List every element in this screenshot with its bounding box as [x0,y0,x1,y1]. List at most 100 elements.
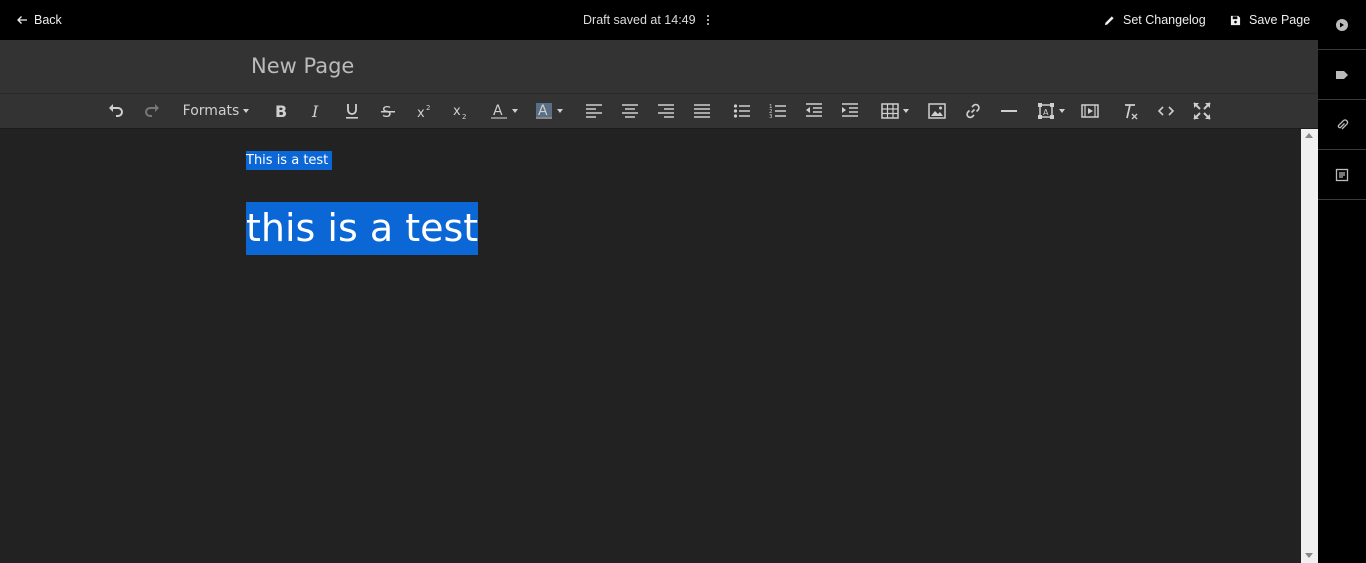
numbered-list-icon: 123 [769,104,786,120]
media-icon: A [1038,103,1054,119]
horizontal-rule-button[interactable] [999,99,1019,123]
set-changelog-button[interactable]: Set Changelog [1104,0,1206,40]
subscript-icon: x2 [453,104,466,120]
svg-text:A: A [538,103,548,119]
numbered-list-button[interactable]: 123 [768,99,788,123]
svg-text:I: I [311,102,319,120]
text-color-button[interactable]: A [486,99,522,123]
arrow-left-icon [17,16,27,24]
attachment-icon [1337,118,1349,129]
redo-icon [145,104,159,117]
table-button[interactable] [879,99,911,123]
outdent-icon [806,103,822,117]
source-code-button[interactable] [1156,99,1176,123]
chevron-down-icon [512,109,518,113]
scroll-up-arrow-icon[interactable] [1305,133,1313,138]
image-icon [928,103,946,119]
page-title-input[interactable]: New Page [251,54,354,78]
title-bar: New Page [0,40,1318,94]
editor-scrollbar[interactable] [1301,129,1318,563]
embed-button[interactable] [1080,99,1100,123]
align-center-icon [622,104,638,118]
draft-status-text: Draft saved at 14:49 [583,13,696,27]
superscript-button[interactable]: x2 [414,99,434,123]
highlight-color-icon: A [536,103,552,119]
clear-formatting-button[interactable] [1120,99,1140,123]
heading-text[interactable]: this is a test [246,202,479,255]
back-label: Back [34,13,62,27]
link-button[interactable] [963,99,983,123]
strikethrough-button[interactable]: S [378,99,398,123]
clear-formatting-icon [1125,104,1138,120]
formats-dropdown[interactable]: Formats [182,99,250,123]
source-code-icon [1157,106,1175,116]
rail-templates-button[interactable] [1318,150,1366,200]
set-changelog-label: Set Changelog [1123,13,1206,27]
strikethrough-icon: S [381,103,395,120]
editor-content-area[interactable]: This is a test this is a test [0,129,1301,563]
rail-attachments-button[interactable] [1318,100,1366,150]
justify-button[interactable] [692,99,712,123]
superscript-icon: x2 [417,104,430,120]
formats-label: Formats [182,103,240,119]
template-icon [1335,168,1349,181]
rail-navigation-button[interactable] [1318,0,1366,50]
svg-text:A: A [493,103,503,119]
svg-text:B: B [275,102,287,120]
embed-icon [1081,104,1099,118]
navigation-icon [1336,18,1348,31]
underline-button[interactable] [342,99,362,123]
paragraph-text[interactable]: This is a test [246,151,333,170]
chevron-down-icon [557,109,563,113]
pencil-icon [1104,15,1114,25]
redo-button[interactable] [142,99,162,123]
undo-icon [109,104,123,117]
align-right-icon [658,104,674,118]
save-page-label: Save Page [1249,13,1311,27]
align-left-button[interactable] [584,99,604,123]
indent-icon [842,103,858,117]
svg-text:A: A [1043,108,1049,117]
fullscreen-icon [1193,102,1211,120]
justify-icon [694,104,710,118]
outdent-button[interactable] [804,99,824,123]
svg-text:x: x [453,104,461,119]
editor-toolbar: Formats B I S x2 x2 A A 123 A [0,94,1318,129]
subscript-button[interactable]: x2 [450,99,470,123]
indent-button[interactable] [840,99,860,123]
fullscreen-button[interactable] [1192,99,1212,123]
bullet-list-icon [733,104,750,118]
svg-text:2: 2 [426,104,430,112]
highlight-color-button[interactable]: A [531,99,567,123]
italic-icon: I [311,102,319,120]
text-color-icon: A [491,103,507,119]
more-options-icon[interactable] [706,15,710,25]
chevron-down-icon [903,109,909,113]
side-rail [1318,0,1366,563]
media-button[interactable]: A [1033,99,1069,123]
align-center-button[interactable] [620,99,640,123]
bold-icon: B [275,102,287,120]
back-button[interactable]: Back [16,0,62,40]
chevron-down-icon [1059,109,1065,113]
bold-button[interactable]: B [270,99,290,123]
svg-text:2: 2 [462,113,466,120]
horizontal-rule-icon [1001,110,1017,112]
link-icon [966,103,980,119]
bullet-list-button[interactable] [732,99,752,123]
svg-text:3: 3 [769,114,773,120]
save-page-button[interactable]: Save Page [1230,0,1310,40]
tag-icon [1336,70,1348,79]
rail-tags-button[interactable] [1318,50,1366,100]
top-bar: Back Draft saved at 14:49 Set Changelog … [0,0,1318,40]
undo-button[interactable] [106,99,126,123]
italic-button[interactable]: I [306,99,326,123]
image-button[interactable] [927,99,947,123]
draft-status: Draft saved at 14:49 [583,0,710,40]
scroll-down-arrow-icon[interactable] [1305,553,1313,558]
align-right-button[interactable] [656,99,676,123]
svg-text:x: x [417,106,425,120]
table-icon [881,103,899,119]
underline-icon [346,104,358,119]
align-left-icon [586,104,602,118]
